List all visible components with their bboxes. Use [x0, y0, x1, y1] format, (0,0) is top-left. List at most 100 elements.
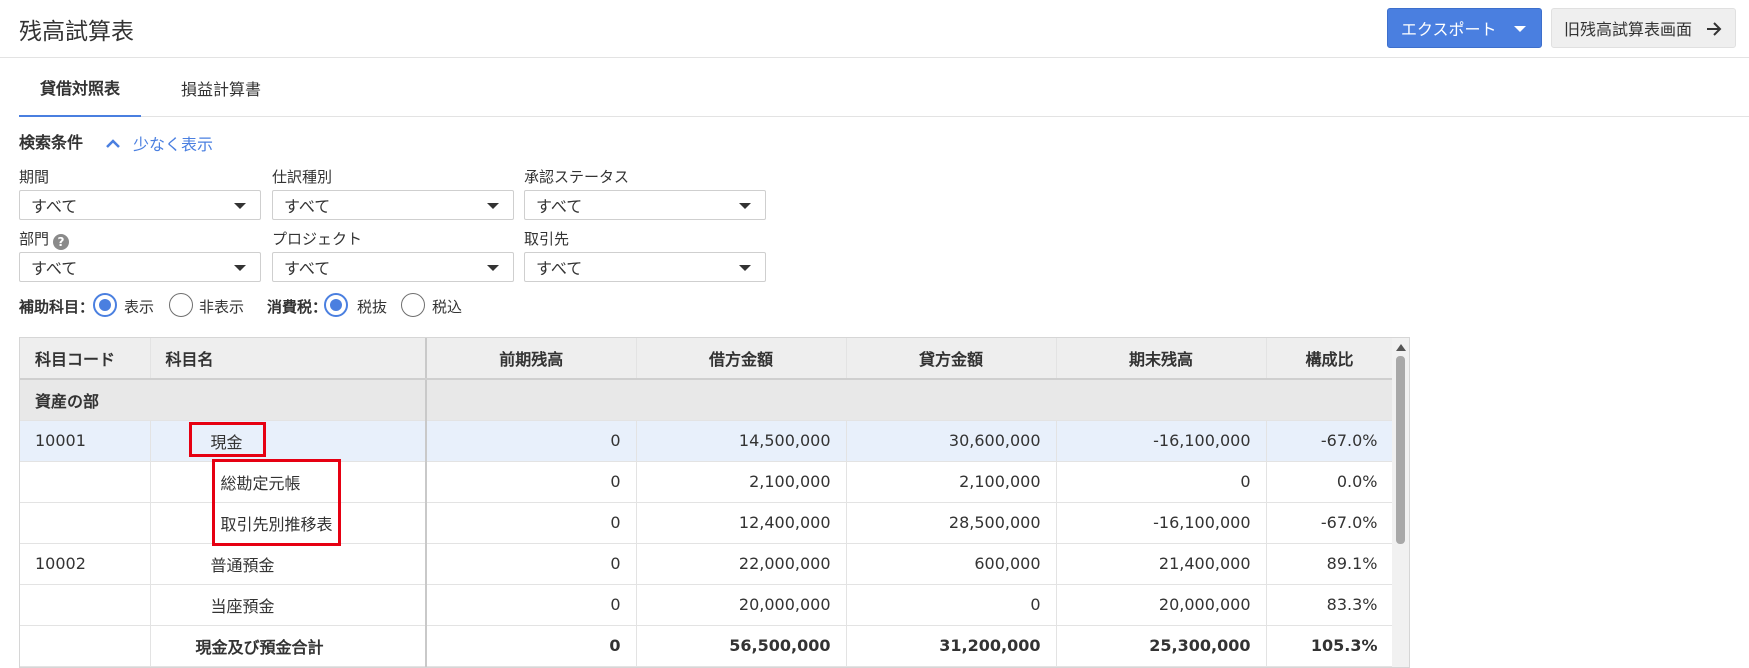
table-row[interactable]: 総勘定元帳 0 2,100,000 2,100,000 0 0.0%: [20, 461, 1394, 503]
project-select-value: すべて: [284, 259, 331, 278]
cell-credit: 31,200,000: [846, 625, 1057, 667]
table-row[interactable]: 当座預金 0 20,000,000 0 20,000,000 83.3%: [20, 584, 1394, 626]
period-select[interactable]: すべて: [19, 190, 261, 220]
trial-balance-table: 科目コード 科目名 前期残高 借方金額 貸方金額 期末残高 構成比 資産の部 1…: [19, 337, 1410, 668]
report-tabs: 貸借対照表 損益計算書: [19, 58, 1749, 117]
cell-prev: 0: [426, 584, 637, 626]
col-header-end-balance[interactable]: 期末残高: [1056, 338, 1267, 380]
partner-transition-link[interactable]: 取引先別推移表: [150, 502, 427, 544]
cell-credit: 28,500,000: [846, 502, 1057, 544]
cell-debit: 22,000,000: [636, 543, 847, 585]
cell-prev: 0: [426, 543, 637, 585]
cell-name[interactable]: 普通預金: [150, 543, 427, 585]
approval-status-select-value: すべて: [536, 197, 583, 216]
total-row: 現金及び預金合計 0 56,500,000 31,200,000 25,300,…: [20, 625, 1394, 667]
period-label: 期間: [19, 168, 50, 186]
export-button-label: エクスポート: [1401, 20, 1497, 39]
export-button[interactable]: エクスポート: [1387, 8, 1542, 48]
section-label: 資産の部: [20, 379, 427, 421]
show-less-label: 少なく表示: [133, 135, 214, 154]
old-screen-button[interactable]: 旧残高試算表画面: [1551, 8, 1736, 48]
dropdown-arrow-icon: [234, 265, 246, 271]
cell-ratio: 89.1%: [1266, 543, 1394, 585]
cell-end: 0: [1056, 461, 1267, 503]
journal-type-select[interactable]: すべて: [272, 190, 514, 220]
scroll-thumb[interactable]: [1396, 356, 1405, 544]
cell-debit: 14,500,000: [636, 420, 847, 462]
tax-exclusive-label[interactable]: 税抜: [357, 296, 387, 317]
project-select[interactable]: すべて: [272, 252, 514, 282]
cell-debit: 12,400,000: [636, 502, 847, 544]
page-title: 残高試算表: [19, 19, 134, 45]
dropdown-arrow-icon: [739, 203, 751, 209]
period-select-value: すべて: [31, 197, 78, 216]
cell-name[interactable]: 当座預金: [150, 584, 427, 626]
col-header-prev-balance[interactable]: 前期残高: [426, 338, 637, 380]
cell-code: 10002: [20, 543, 151, 585]
old-screen-button-label: 旧残高試算表画面: [1564, 20, 1693, 39]
project-label: プロジェクト: [272, 230, 363, 248]
approval-status-select[interactable]: すべて: [524, 190, 766, 220]
cell-ratio: 105.3%: [1266, 625, 1394, 667]
cell-ratio: 0.0%: [1266, 461, 1394, 503]
sub-account-label: 補助科目：: [19, 298, 95, 316]
scroll-up-arrow-icon[interactable]: [1396, 344, 1406, 351]
cell-end: -16,100,000: [1056, 420, 1267, 462]
cell-name: 現金及び預金合計: [150, 625, 427, 667]
cell-ratio: -67.0%: [1266, 420, 1394, 462]
cell-prev: 0: [426, 420, 637, 462]
cell-debit: 2,100,000: [636, 461, 847, 503]
cell-debit: 56,500,000: [636, 625, 847, 667]
tax-exclusive-radio[interactable]: [324, 293, 348, 317]
table-scrollbar[interactable]: [1392, 338, 1409, 667]
tax-inclusive-radio[interactable]: [401, 293, 425, 317]
section-filler: [426, 379, 1394, 421]
col-header-ratio[interactable]: 構成比: [1266, 338, 1394, 380]
col-header-code[interactable]: 科目コード: [20, 338, 151, 380]
sub-account-hide-label[interactable]: 非表示: [199, 296, 244, 317]
cell-code: [20, 584, 151, 626]
sub-account-show-label[interactable]: 表示: [124, 296, 154, 317]
dropdown-arrow-icon: [487, 203, 499, 209]
sub-account-hide-radio[interactable]: [169, 293, 193, 317]
dropdown-arrow-icon: [739, 265, 751, 271]
col-header-credit[interactable]: 貸方金額: [846, 338, 1057, 380]
cell-credit: 600,000: [846, 543, 1057, 585]
table-row[interactable]: 10002 普通預金 0 22,000,000 600,000 21,400,0…: [20, 543, 1394, 585]
tab-income-statement[interactable]: 損益計算書: [146, 58, 296, 117]
tab-balance-sheet[interactable]: 貸借対照表: [19, 58, 141, 117]
arrow-right-icon: [1707, 22, 1722, 36]
department-label-text: 部門: [19, 230, 50, 248]
cell-code: [20, 461, 151, 503]
table-row[interactable]: 10001 現金 0 14,500,000 30,600,000 -16,100…: [20, 420, 1394, 462]
tax-inclusive-label[interactable]: 税込: [432, 296, 462, 317]
dropdown-arrow-icon: [487, 265, 499, 271]
cell-ratio: -67.0%: [1266, 502, 1394, 544]
sub-account-show-radio[interactable]: [93, 293, 117, 317]
help-icon[interactable]: ?: [53, 234, 70, 250]
table-row[interactable]: 取引先別推移表 0 12,400,000 28,500,000 -16,100,…: [20, 502, 1394, 544]
search-conditions-label: 検索条件: [19, 133, 84, 152]
show-less-toggle[interactable]: 少なく表示: [105, 131, 213, 155]
chevron-up-icon: [106, 139, 120, 148]
table-header-row: 科目コード 科目名 前期残高 借方金額 貸方金額 期末残高 構成比: [20, 338, 1394, 380]
approval-status-label: 承認ステータス: [524, 168, 630, 186]
search-conditions-header: 検索条件: [19, 130, 83, 152]
col-header-name[interactable]: 科目名: [150, 338, 427, 380]
cell-end: 20,000,000: [1056, 584, 1267, 626]
department-select[interactable]: すべて: [19, 252, 261, 282]
journal-type-label: 仕訳種別: [272, 168, 333, 186]
general-ledger-link[interactable]: 総勘定元帳: [150, 461, 427, 503]
cell-name[interactable]: 現金: [150, 420, 427, 462]
cell-credit: 2,100,000: [846, 461, 1057, 503]
section-row: 資産の部: [20, 379, 1394, 421]
cell-prev: 0: [426, 502, 637, 544]
top-bar: 残高試算表 エクスポート 旧残高試算表画面: [0, 0, 1749, 58]
partner-select[interactable]: すべて: [524, 252, 766, 282]
display-options: 補助科目： 表示 非表示 消費税： 税抜 税込: [19, 291, 579, 319]
journal-type-select-value: すべて: [284, 197, 331, 216]
partner-label: 取引先: [524, 230, 570, 248]
dropdown-arrow-icon: [234, 203, 246, 209]
col-header-debit[interactable]: 借方金額: [636, 338, 847, 380]
caret-down-icon: [1514, 26, 1526, 32]
